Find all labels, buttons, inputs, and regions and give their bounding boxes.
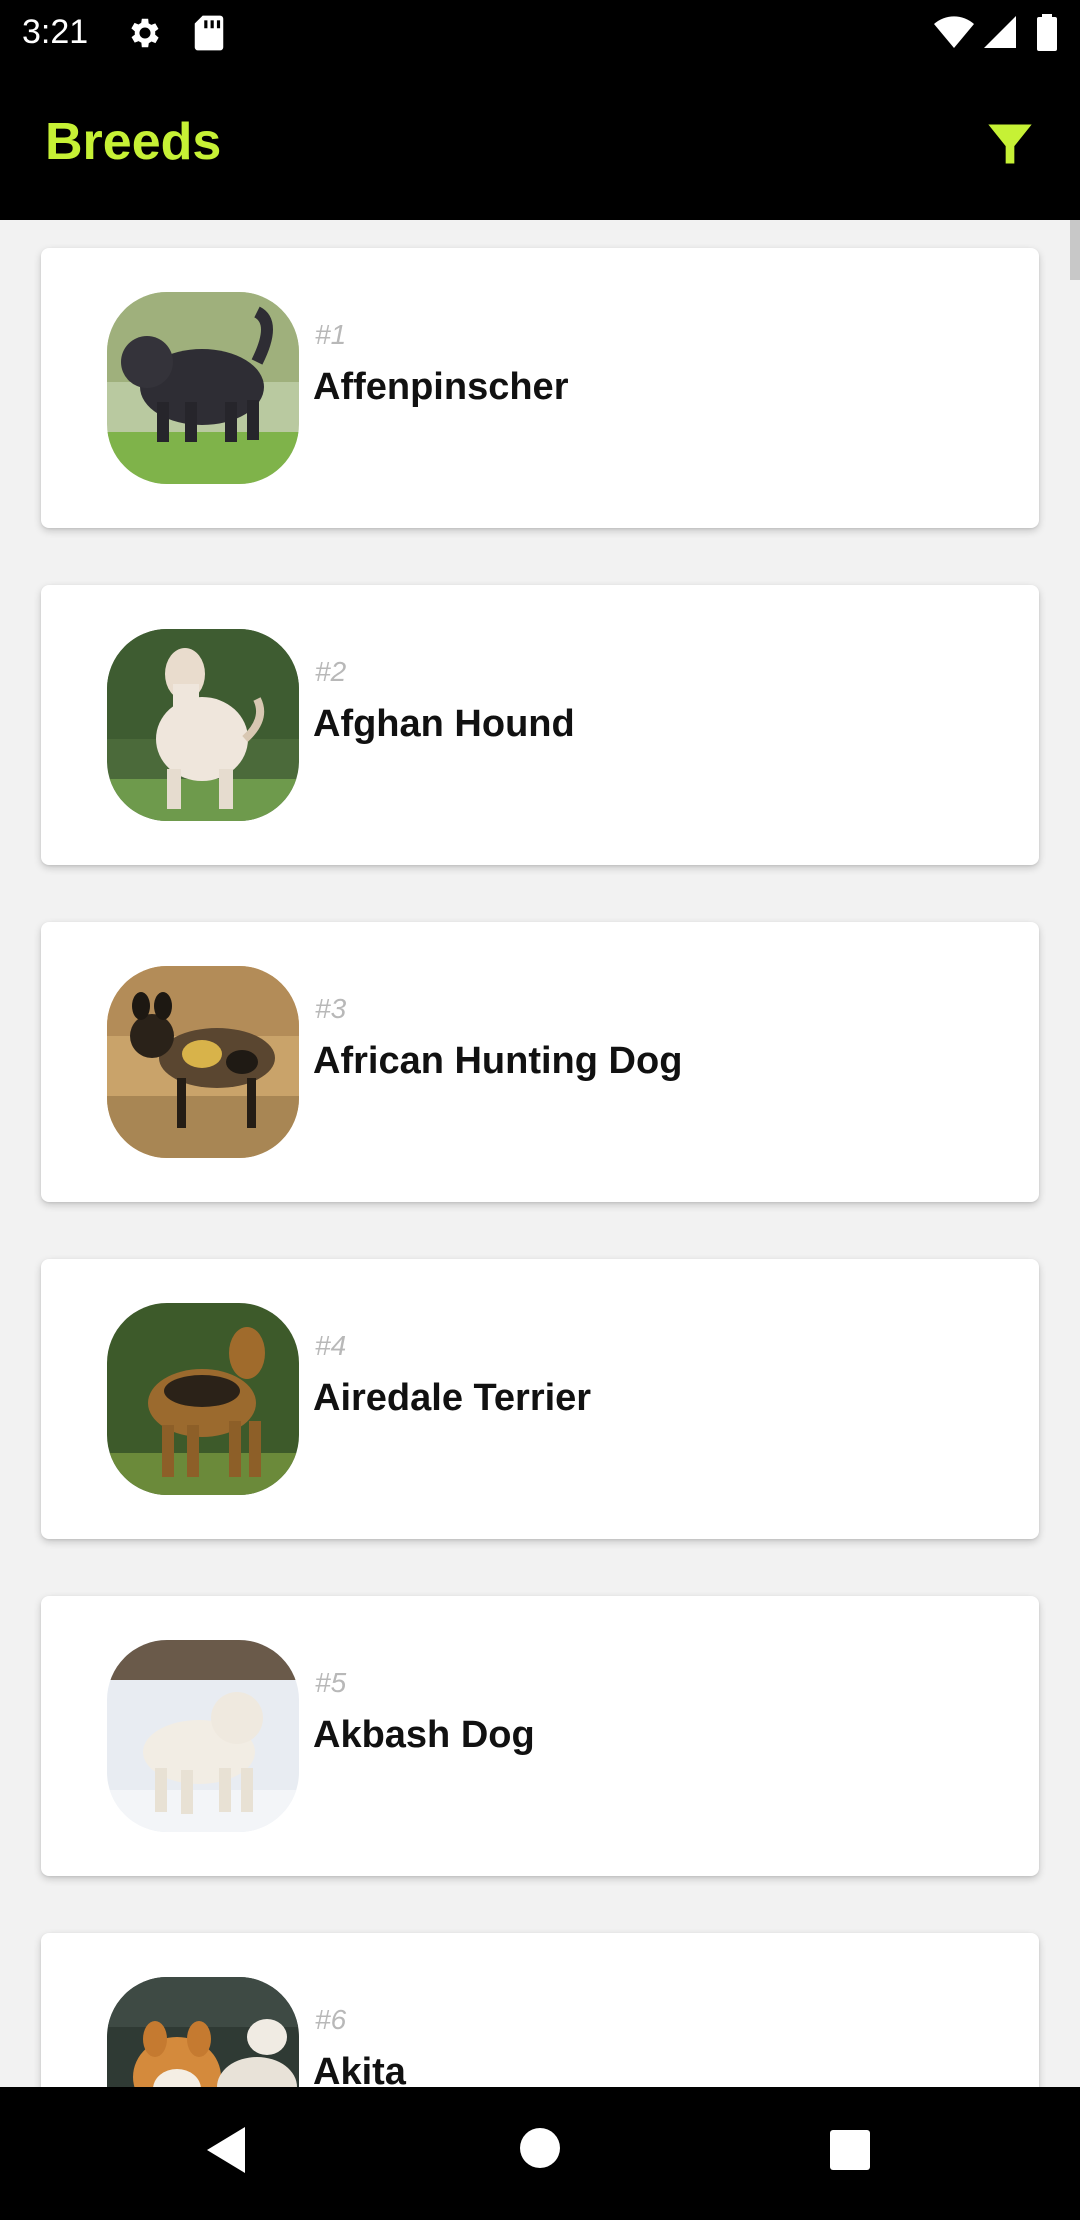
breed-name: Afghan Hound (313, 703, 575, 745)
system-nav-bar (0, 2087, 1080, 2220)
scrollbar[interactable] (1070, 220, 1080, 280)
home-button[interactable] (519, 2127, 561, 2174)
breed-card[interactable]: #3 African Hunting Dog (41, 922, 1039, 1202)
page-title: Breeds (45, 113, 222, 171)
breed-name: African Hunting Dog (313, 1040, 683, 1082)
breed-rank: #6 (315, 2004, 347, 2035)
breed-card[interactable]: #1 Affenpinscher (41, 248, 1039, 528)
home-icon (520, 2128, 560, 2168)
breed-image (107, 966, 299, 1158)
breed-rank: #5 (315, 1667, 347, 1698)
status-time: 3:21 (22, 13, 89, 51)
breed-image (107, 629, 299, 821)
settings-icon (126, 14, 164, 57)
breed-image (107, 1640, 299, 1832)
back-icon (207, 2127, 245, 2173)
battery-icon (1036, 14, 1058, 57)
breed-name: Akita (313, 2051, 406, 2087)
breed-card[interactable]: #2 Afghan Hound (41, 585, 1039, 865)
status-bar: 3:21 (0, 0, 1080, 64)
breed-rank: #4 (315, 1330, 347, 1361)
breed-image (107, 1303, 299, 1495)
filter-button[interactable] (984, 118, 1044, 178)
breed-card[interactable]: #5 Akbash Dog (41, 1596, 1039, 1876)
recents-icon (830, 2130, 870, 2170)
breed-rank: #3 (315, 993, 347, 1024)
recents-button[interactable] (829, 2129, 871, 2176)
breed-name: Airedale Terrier (313, 1377, 592, 1419)
signal-icon (982, 14, 1018, 55)
breed-image (107, 1977, 299, 2087)
app-bar: Breeds (0, 64, 1080, 220)
breed-name: Affenpinscher (313, 366, 569, 408)
wifi-icon (932, 14, 976, 55)
breed-list[interactable]: #1 Affenpinscher #2 Afghan Hound #3 Afri… (0, 220, 1080, 2087)
breed-card[interactable]: #6 Akita (41, 1933, 1039, 2087)
filter-icon (988, 124, 1032, 164)
sd-card-icon (192, 14, 226, 57)
breed-rank: #2 (315, 656, 347, 687)
breed-name: Akbash Dog (313, 1714, 535, 1756)
breed-image (107, 292, 299, 484)
back-button[interactable] (203, 2123, 249, 2182)
breed-rank: #1 (315, 319, 347, 350)
breed-card[interactable]: #4 Airedale Terrier (41, 1259, 1039, 1539)
